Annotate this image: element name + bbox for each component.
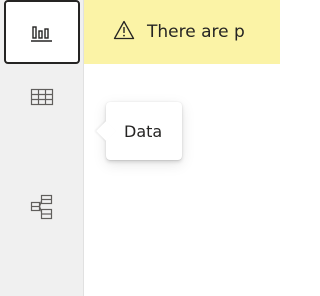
bar-chart-icon xyxy=(30,21,54,43)
data-view-tooltip: Data xyxy=(96,102,182,160)
tooltip-label: Data xyxy=(124,121,163,141)
model-view-icon xyxy=(30,194,54,220)
model-view-button[interactable] xyxy=(4,176,80,238)
tooltip-beak xyxy=(96,121,116,141)
warning-banner: There are p xyxy=(84,0,280,64)
table-grid-icon xyxy=(30,87,54,107)
warning-triangle-icon xyxy=(113,20,135,44)
data-view-button[interactable] xyxy=(4,66,80,128)
warning-banner-text: There are p xyxy=(147,22,245,42)
report-view-button[interactable] xyxy=(4,0,80,64)
view-switcher-bar xyxy=(0,0,84,296)
